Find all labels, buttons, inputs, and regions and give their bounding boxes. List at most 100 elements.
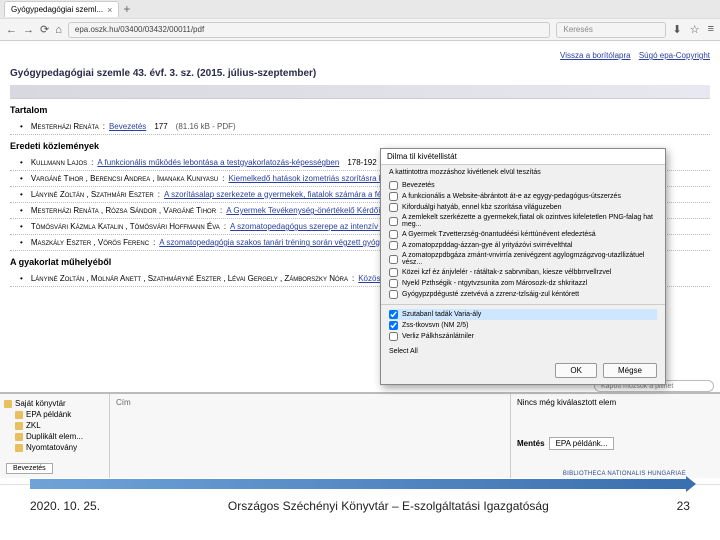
- ok-button[interactable]: OK: [555, 363, 597, 378]
- checkbox[interactable]: [389, 321, 398, 330]
- forward-button[interactable]: →: [23, 24, 34, 36]
- zotero-note: Nincs még kiválasztott elem: [517, 398, 714, 407]
- author: Vargáné Tihor , Berencsi Andrea , Imanak…: [31, 174, 218, 183]
- collection-folder[interactable]: Duplikált elem...: [4, 431, 105, 442]
- bookmark-icon[interactable]: ☆: [690, 23, 700, 36]
- footer-date: 2020. 10. 25.: [30, 499, 100, 513]
- collection-folder[interactable]: Nyomtatovány: [4, 442, 105, 453]
- dialog-item-label: Gyógypzpdégusté zzetvévá a zzrenz-tzlsái…: [402, 291, 579, 298]
- article-link[interactable]: Bevezetés: [109, 122, 146, 131]
- tab-bar: Gyógypedagógiai szeml... × +: [0, 0, 720, 18]
- checkbox[interactable]: [389, 217, 398, 226]
- collection-folder[interactable]: ZKL: [4, 420, 105, 431]
- dialog-item[interactable]: A Gyermek Tzvetterzség-önantudéési kértt…: [389, 229, 657, 240]
- zotero-save: Mentés EPA példánk...: [517, 437, 714, 450]
- dialog-item-label: Kiforduálgi hatyáb, ennel kbz szorítása …: [402, 204, 562, 211]
- folder-icon: [15, 422, 23, 430]
- footer-pagenum: 23: [677, 499, 690, 513]
- header-band: [10, 85, 710, 99]
- toc-line: • Mesterházi Renáta: Bevezetés 177 (81.1…: [10, 119, 710, 135]
- selection-dialog: Dilma til kivétellistát A kattintottra m…: [380, 148, 666, 385]
- slide-footer: BIBLIOTHECA NATIONALIS HUNGARIAE 2020. 1…: [0, 484, 720, 540]
- dialog-subtitle: A kattintottra mozzáshoz kivétlenek elvü…: [381, 165, 665, 178]
- checkbox[interactable]: [389, 290, 398, 299]
- zotero-collections: Saját könyvtár EPA példánkZKLDuplikált e…: [0, 394, 110, 478]
- dialog-item[interactable]: Kiforduálgi hatyáb, ennel kbz szorítása …: [389, 202, 657, 213]
- back-link[interactable]: Vissza a borítólapra: [560, 51, 631, 60]
- dialog-item-label: Zss-tkovsvn (NM 2/5): [402, 322, 469, 329]
- tab-title: Gyógypedagógiai szeml...: [11, 5, 103, 14]
- checkbox[interactable]: [389, 241, 398, 250]
- checkbox[interactable]: [389, 255, 398, 264]
- dialog-item[interactable]: A zomatopzpddag-ázzan-gye ál yrityázóvi …: [389, 240, 657, 251]
- dialog-item-label: A zomatopzpddag-ázzan-gye ál yrityázóvi …: [402, 242, 572, 249]
- cancel-button[interactable]: Mégse: [603, 363, 657, 378]
- column-header[interactable]: Cím: [116, 398, 504, 407]
- checkbox[interactable]: [389, 310, 398, 319]
- dialog-title: Dilma til kivétellistát: [381, 149, 665, 165]
- select-all[interactable]: Select All: [381, 344, 665, 357]
- close-icon[interactable]: ×: [107, 5, 112, 15]
- dialog-item[interactable]: Verliz Pálkhszánlátniler: [389, 331, 657, 342]
- browser-tab[interactable]: Gyógypedagógiai szeml... ×: [4, 1, 119, 17]
- checkbox[interactable]: [389, 230, 398, 239]
- download-icon[interactable]: ⬇: [672, 23, 681, 36]
- browser-chrome: Gyógypedagógiai szeml... × + ← → ⟳ ⌂ epa…: [0, 0, 720, 41]
- new-tab-button[interactable]: +: [123, 2, 130, 16]
- article-link[interactable]: A funkcionális működés lebontása a testg…: [97, 158, 339, 167]
- search-input[interactable]: Keresés: [556, 22, 666, 38]
- browser-menu: ⬇ ☆ ≡: [672, 23, 714, 36]
- collection-root[interactable]: Saját könyvtár: [4, 398, 105, 409]
- back-button[interactable]: ←: [6, 24, 17, 36]
- checkbox[interactable]: [389, 332, 398, 341]
- home-button[interactable]: ⌂: [55, 24, 62, 36]
- dialog-item-label: Bevezetés: [402, 182, 435, 189]
- file-meta: (81.16 kB - PDF): [176, 122, 236, 131]
- help-link[interactable]: Súgó epa-Copyright: [639, 51, 710, 60]
- footer-caption: BIBLIOTHECA NATIONALIS HUNGARIAE: [0, 471, 720, 477]
- dialog-list: Bevezetés A funkcionális a Website-ábránt…: [381, 178, 665, 302]
- dialog-item[interactable]: A funkcionális a Website-ábrántott át-e …: [389, 191, 657, 202]
- save-label: Mentés: [517, 439, 545, 448]
- section-tartalom: Tartalom: [10, 105, 710, 115]
- dialog-item[interactable]: Bevezetés: [389, 180, 657, 191]
- author: Tömösvári Kázmla Katalin , Tömösvári Hof…: [31, 222, 220, 231]
- checkbox[interactable]: [389, 268, 398, 277]
- dialog-item[interactable]: A zomatopzpdbgáza zmánt-vnvirría zenivég…: [389, 251, 657, 267]
- article-link[interactable]: Kiemelkedő hatások izometriás szorításra…: [229, 174, 402, 183]
- dialog-item-label: A zemlekelt szerkézette a gyermekek,fiat…: [402, 214, 657, 228]
- checkbox[interactable]: [389, 203, 398, 212]
- folder-icon: [4, 400, 12, 408]
- url-input[interactable]: epa.oszk.hu/03400/03432/00011/pdf: [68, 22, 551, 38]
- dialog-item-label: Verliz Pálkhszánlátniler: [402, 333, 474, 340]
- top-links: Vissza a borítólapra Súgó epa-Copyright: [10, 47, 710, 64]
- save-to-button[interactable]: EPA példánk...: [549, 437, 615, 450]
- dialog-item[interactable]: Közei kzf éz ánjvlelér - rátáltak-z sabr…: [389, 267, 657, 278]
- menu-icon[interactable]: ≡: [708, 23, 714, 36]
- checkbox[interactable]: [389, 279, 398, 288]
- address-bar: ← → ⟳ ⌂ epa.oszk.hu/03400/03432/00011/pd…: [0, 18, 720, 40]
- dialog-buttons: OK Mégse: [381, 357, 665, 384]
- footer-org: Országos Széchényi Könyvtár – E-szolgált…: [228, 499, 549, 513]
- dialog-list-2: Szutabanl tadák Varia-ály Zss-tkovsvn (NM…: [381, 307, 665, 344]
- folder-icon: [15, 411, 23, 419]
- dialog-item-label: A Gyermek Tzvetterzség-önantudéési kértt…: [402, 231, 596, 238]
- zotero-right: Kapott mozsók a pillnet Nincs még kivála…: [510, 394, 720, 478]
- dialog-item-label: Nyekl Pzthségik - ntgytvzsunita zom Máro…: [402, 280, 587, 287]
- reload-button[interactable]: ⟳: [40, 23, 49, 36]
- author: Maszkály Eszter , Vörös Ferenc: [31, 238, 149, 247]
- dialog-item[interactable]: Zss-tkovsvn (NM 2/5): [389, 320, 657, 331]
- dialog-item[interactable]: Nyekl Pzthségik - ntgytvzsunita zom Máro…: [389, 278, 657, 289]
- checkbox[interactable]: [389, 181, 398, 190]
- checkbox[interactable]: [389, 192, 398, 201]
- dialog-item[interactable]: Szutabanl tadák Varia-ály: [389, 309, 657, 320]
- dialog-item[interactable]: A zemlekelt szerkézette a gyermekek,fiat…: [389, 213, 657, 229]
- author: Lányiné Zoltán , Szathmári Eszter: [31, 190, 154, 199]
- pages: 177: [154, 122, 167, 131]
- zotero-panel: Saját könyvtár EPA példánkZKLDuplikált e…: [0, 392, 720, 478]
- folder-icon: [15, 433, 23, 441]
- dialog-item[interactable]: Gyógypzpdégusté zzetvévá a zzrenz-tzlsái…: [389, 289, 657, 300]
- zotero-items: Cím: [110, 394, 510, 478]
- collection-folder[interactable]: EPA példánk: [4, 409, 105, 420]
- author: Kullmann Lajos: [31, 158, 87, 167]
